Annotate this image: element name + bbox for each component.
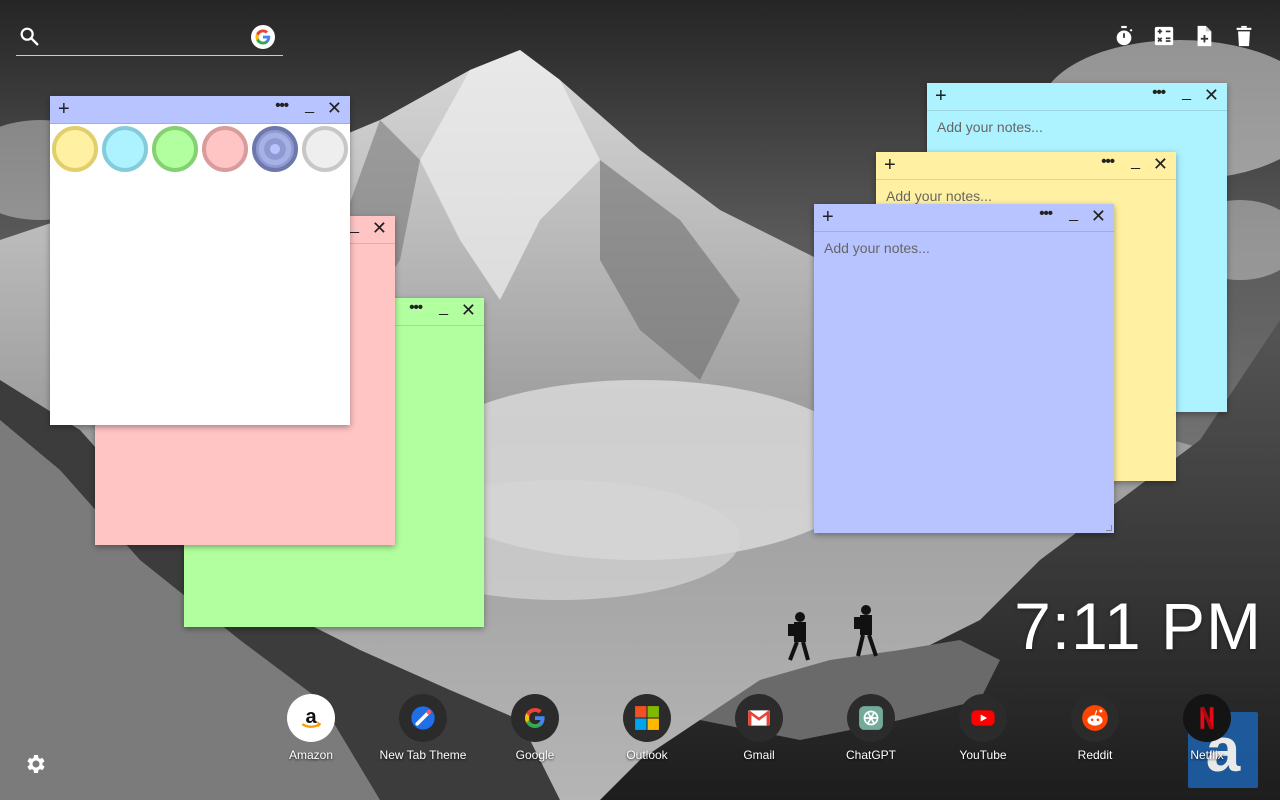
shortcut-new-tab-theme[interactable]: New Tab Theme: [367, 694, 479, 762]
shortcut-label: Amazon: [288, 748, 334, 762]
shortcut-google[interactable]: Google: [479, 694, 591, 762]
microsoft-icon: [623, 694, 671, 742]
note-menu-button[interactable]: •••: [275, 97, 289, 114]
shortcut-gmail[interactable]: Gmail: [703, 694, 815, 762]
close-note-button[interactable]: ✕: [1204, 85, 1219, 105]
youtube-icon: [959, 694, 1007, 742]
resize-handle[interactable]: [1106, 525, 1112, 531]
add-note-button[interactable]: +: [822, 206, 834, 228]
color-picker: [52, 126, 348, 172]
top-toolbar: [1112, 24, 1256, 48]
shortcut-outlook[interactable]: Outlook: [591, 694, 703, 762]
shortcut-label: ChatGPT: [845, 748, 896, 762]
add-note-button[interactable]: +: [58, 98, 70, 120]
shortcut-label: New Tab Theme: [379, 748, 467, 762]
reddit-icon: [1071, 694, 1119, 742]
close-note-button[interactable]: ✕: [372, 218, 387, 238]
add-note-button[interactable]: +: [884, 154, 896, 176]
note-text-area[interactable]: [824, 240, 1104, 523]
minimize-note-button[interactable]: _: [1131, 153, 1140, 171]
sticky-note-white[interactable]: + ••• _ ✕: [50, 96, 350, 425]
close-note-button[interactable]: ✕: [1091, 206, 1106, 226]
add-note-button[interactable]: +: [935, 85, 947, 107]
color-swatch-gray[interactable]: [302, 126, 348, 172]
search-bar: [16, 20, 283, 56]
minimize-note-button[interactable]: _: [439, 299, 448, 317]
amazon-icon: a: [287, 694, 335, 742]
color-swatch-cyan[interactable]: [102, 126, 148, 172]
search-input[interactable]: [48, 24, 243, 50]
calculator-icon[interactable]: [1152, 24, 1176, 48]
color-swatch-blue[interactable]: [252, 126, 298, 172]
minimize-note-button[interactable]: _: [1182, 84, 1191, 102]
shortcut-label: Netflix: [1190, 748, 1224, 762]
note-titlebar[interactable]: + ••• _ ✕: [814, 204, 1114, 232]
shortcut-netflix[interactable]: Netflix: [1151, 694, 1263, 762]
trash-icon[interactable]: [1232, 24, 1256, 48]
shortcut-label: Outlook: [626, 748, 668, 762]
shortcut-label: Google: [515, 748, 555, 762]
note-menu-button[interactable]: •••: [1039, 205, 1053, 222]
timer-icon[interactable]: [1112, 24, 1136, 48]
note-titlebar[interactable]: + ••• _ ✕: [927, 83, 1227, 111]
shortcut-label: YouTube: [959, 748, 1007, 762]
shortcut-chatgpt[interactable]: ChatGPT: [815, 694, 927, 762]
shortcut-amazon[interactable]: a Amazon: [255, 694, 367, 762]
add-note-icon[interactable]: [1192, 24, 1216, 48]
note-titlebar[interactable]: + ••• _ ✕: [50, 96, 350, 124]
minimize-note-button[interactable]: _: [350, 217, 359, 235]
color-swatch-green[interactable]: [152, 126, 198, 172]
gear-icon[interactable]: [24, 752, 48, 776]
color-swatch-yellow[interactable]: [52, 126, 98, 172]
shortcut-label: Reddit: [1077, 748, 1113, 762]
search-icon[interactable]: [18, 25, 40, 47]
note-menu-button[interactable]: •••: [1101, 153, 1115, 170]
chatgpt-icon: [847, 694, 895, 742]
minimize-note-button[interactable]: _: [1069, 205, 1078, 223]
google-icon: [511, 694, 559, 742]
google-icon[interactable]: [251, 25, 275, 49]
close-note-button[interactable]: ✕: [327, 98, 342, 118]
shortcut-reddit[interactable]: Reddit: [1039, 694, 1151, 762]
gmail-icon: [735, 694, 783, 742]
shortcut-youtube[interactable]: YouTube: [927, 694, 1039, 762]
note-titlebar[interactable]: + ••• _ ✕: [876, 152, 1176, 180]
color-swatch-pink[interactable]: [202, 126, 248, 172]
close-note-button[interactable]: ✕: [461, 300, 476, 320]
minimize-note-button[interactable]: _: [305, 97, 314, 115]
sticky-note-blue[interactable]: + ••• _ ✕: [814, 204, 1114, 533]
note-menu-button[interactable]: •••: [1152, 84, 1166, 101]
shortcut-label: Gmail: [743, 748, 775, 762]
note-menu-button[interactable]: •••: [409, 299, 423, 316]
clock: 7:11 PM: [1014, 589, 1262, 663]
close-note-button[interactable]: ✕: [1153, 154, 1168, 174]
svg-text:a: a: [305, 706, 317, 728]
netflix-icon: [1183, 694, 1231, 742]
shortcut-dock: a Amazon New Tab Theme Google Outlook Gm: [255, 694, 1263, 762]
new-tab-theme-icon: [399, 694, 447, 742]
